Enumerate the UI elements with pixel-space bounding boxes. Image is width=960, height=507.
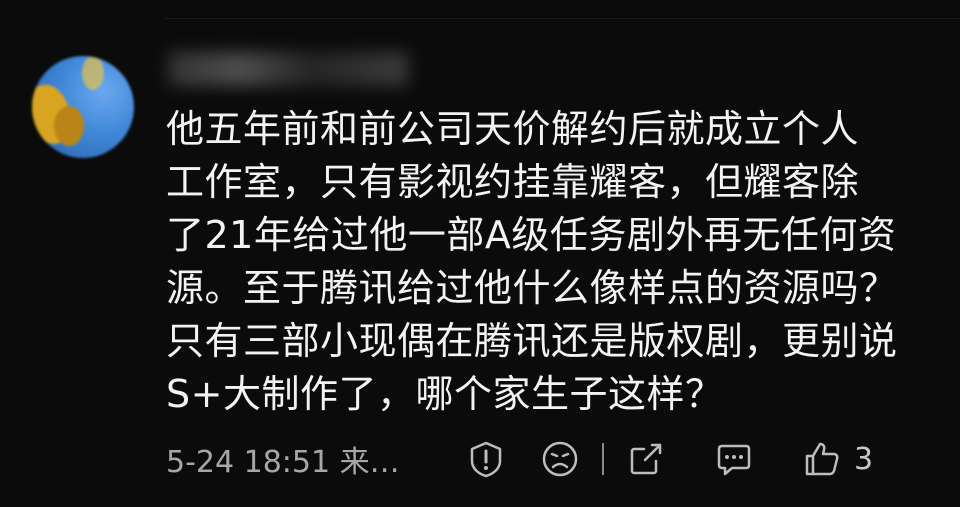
avatar-leaf [82, 56, 104, 90]
avatar[interactable] [32, 56, 134, 158]
comment-footer: 5-24 18:51 来… 3 [166, 437, 940, 481]
action-separator [602, 443, 604, 475]
warning-icon[interactable] [466, 439, 506, 479]
top-divider [165, 18, 960, 19]
thumbs-up-icon[interactable] [802, 439, 842, 479]
share-icon[interactable] [626, 439, 666, 479]
comment-text: 他五年前和前公司天价解约后就成立个人 工作室，只有影视约挂靠耀客，但耀客除 了2… [166, 107, 898, 416]
dislike-face-icon[interactable] [540, 439, 580, 479]
reply-icon[interactable] [714, 439, 754, 479]
like-count: 3 [854, 441, 874, 477]
avatar-leaf [54, 106, 84, 146]
username-blurred[interactable] [168, 52, 408, 86]
comment-meta[interactable]: 5-24 18:51 来… [166, 437, 400, 481]
comment-actions: 3 [466, 437, 873, 481]
